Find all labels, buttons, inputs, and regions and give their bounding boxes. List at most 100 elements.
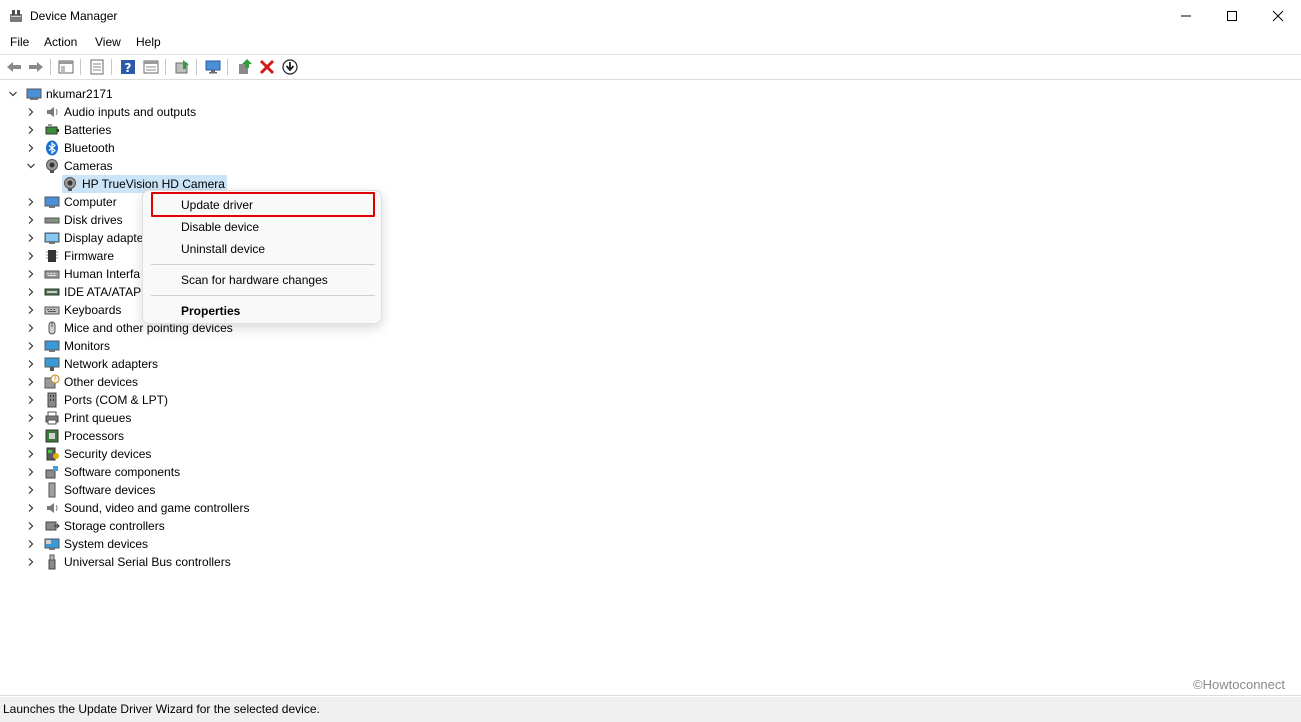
tree-category[interactable]: Software components — [26, 463, 180, 481]
chevron-right-icon[interactable] — [26, 503, 36, 513]
back-button[interactable] — [4, 57, 24, 77]
tree-item-label: Print queues — [64, 411, 132, 425]
show-hide-console-tree-button[interactable] — [56, 57, 76, 77]
status-bar: Launches the Update Driver Wizard for th… — [0, 697, 1301, 722]
tree-item-label: Computer — [64, 195, 117, 209]
update-driver-button[interactable] — [234, 57, 254, 77]
tree-category[interactable]: Display adapte — [26, 229, 143, 247]
display-icon — [44, 232, 60, 244]
properties-button[interactable] — [87, 57, 107, 77]
ctx-properties[interactable]: Properties — [151, 300, 375, 322]
ctx-scan-hardware[interactable]: Scan for hardware changes — [151, 269, 375, 291]
window-title: Device Manager — [30, 9, 118, 23]
tree-item-label: Bluetooth — [64, 141, 115, 155]
tree-category[interactable]: Keyboards — [26, 301, 121, 319]
svg-text:?: ? — [125, 61, 132, 75]
ctx-disable-device[interactable]: Disable device — [151, 216, 375, 238]
menu-view[interactable]: View — [93, 35, 123, 49]
computer-root-icon — [26, 88, 42, 100]
tree-category[interactable]: ? Other devices — [26, 373, 138, 391]
chevron-down-icon[interactable] — [8, 89, 18, 99]
tree-category[interactable]: Universal Serial Bus controllers — [26, 553, 231, 571]
chevron-right-icon[interactable] — [26, 215, 36, 225]
tree-item-label: Ports (COM & LPT) — [64, 393, 169, 407]
ctx-uninstall-device[interactable]: Uninstall device — [151, 238, 375, 260]
tree-category[interactable]: Processors — [26, 427, 124, 445]
scan-button[interactable] — [172, 57, 192, 77]
close-icon — [1272, 10, 1284, 22]
properties-icon — [90, 59, 104, 75]
tree-category[interactable]: Security devices — [26, 445, 151, 463]
chevron-right-icon[interactable] — [26, 287, 36, 297]
toolbar-separator — [111, 59, 112, 75]
tree-category[interactable]: Storage controllers — [26, 517, 165, 535]
tree-category[interactable]: Ports (COM & LPT) — [26, 391, 168, 409]
chevron-right-icon[interactable] — [26, 305, 36, 315]
battery-icon — [45, 124, 59, 135]
tree-category[interactable]: Audio inputs and outputs — [26, 103, 196, 121]
chevron-right-icon[interactable] — [26, 395, 36, 405]
tree-root[interactable]: nkumar2171 — [8, 85, 113, 103]
chevron-right-icon[interactable] — [26, 377, 36, 387]
tree-category[interactable]: Monitors — [26, 337, 110, 355]
software-device-icon — [44, 482, 60, 498]
chevron-down-icon[interactable] — [26, 161, 36, 171]
chevron-right-icon[interactable] — [26, 449, 36, 459]
tree-category[interactable]: Cameras — [26, 157, 113, 175]
maximize-button[interactable] — [1209, 0, 1255, 32]
menu-action[interactable]: Action — [42, 35, 79, 49]
tree-category[interactable]: Software devices — [26, 481, 155, 499]
menu-file[interactable]: File — [8, 35, 31, 49]
chevron-right-icon[interactable] — [26, 107, 36, 117]
view-button[interactable] — [141, 57, 161, 77]
menu-help[interactable]: Help — [134, 35, 163, 49]
chevron-right-icon[interactable] — [26, 485, 36, 495]
download-button[interactable] — [280, 57, 300, 77]
chevron-right-icon[interactable] — [26, 431, 36, 441]
device-manager-icon — [8, 8, 24, 24]
tree-category[interactable]: IDE ATA/ATAPI — [26, 283, 144, 301]
tree-category[interactable]: Human Interfa — [26, 265, 140, 283]
chevron-right-icon[interactable] — [26, 467, 36, 477]
monitor-icon — [44, 340, 60, 352]
tree-item-label: Storage controllers — [64, 519, 165, 533]
chevron-right-icon[interactable] — [26, 233, 36, 243]
chevron-right-icon[interactable] — [26, 269, 36, 279]
chevron-right-icon[interactable] — [26, 125, 36, 135]
toolbar: ? — [0, 54, 1301, 78]
chevron-right-icon[interactable] — [26, 539, 36, 549]
chevron-right-icon[interactable] — [26, 413, 36, 423]
tree-category[interactable]: Computer — [26, 193, 117, 211]
chevron-right-icon[interactable] — [26, 143, 36, 153]
chevron-right-icon[interactable] — [26, 557, 36, 567]
monitor-button[interactable] — [203, 57, 223, 77]
ctx-update-driver[interactable]: Update driver — [151, 194, 375, 216]
chevron-right-icon[interactable] — [26, 359, 36, 369]
camera-icon — [64, 177, 76, 191]
tree-category[interactable]: Disk drives — [26, 211, 123, 229]
tree-category[interactable]: System devices — [26, 535, 148, 553]
hid-icon — [44, 270, 60, 279]
tree-category[interactable]: Batteries — [26, 121, 111, 139]
chevron-right-icon[interactable] — [26, 521, 36, 531]
help-button[interactable]: ? — [118, 57, 138, 77]
close-button[interactable] — [1255, 0, 1301, 32]
unknown-device-icon: ? — [44, 374, 60, 390]
tree-category[interactable]: Print queues — [26, 409, 131, 427]
tree-category[interactable]: Firmware — [26, 247, 114, 265]
tree-category[interactable]: Sound, video and game controllers — [26, 499, 249, 517]
forward-button[interactable] — [26, 57, 46, 77]
chevron-right-icon[interactable] — [26, 341, 36, 351]
minimize-button[interactable] — [1163, 0, 1209, 32]
chevron-right-icon[interactable] — [26, 323, 36, 333]
chevron-right-icon[interactable] — [26, 197, 36, 207]
maximize-icon — [1227, 11, 1237, 21]
device-tree-pane: nkumar2171 Audio inputs and outputs Batter… — [0, 79, 1301, 696]
tree-category[interactable]: Network adapters — [26, 355, 158, 373]
uninstall-button[interactable] — [257, 57, 277, 77]
chevron-right-icon[interactable] — [26, 251, 36, 261]
tree-item-label: Sound, video and game controllers — [64, 501, 250, 515]
toolbar-separator — [80, 59, 81, 75]
tree-category[interactable]: Bluetooth — [26, 139, 115, 157]
tree-item-label: Other devices — [64, 375, 139, 389]
